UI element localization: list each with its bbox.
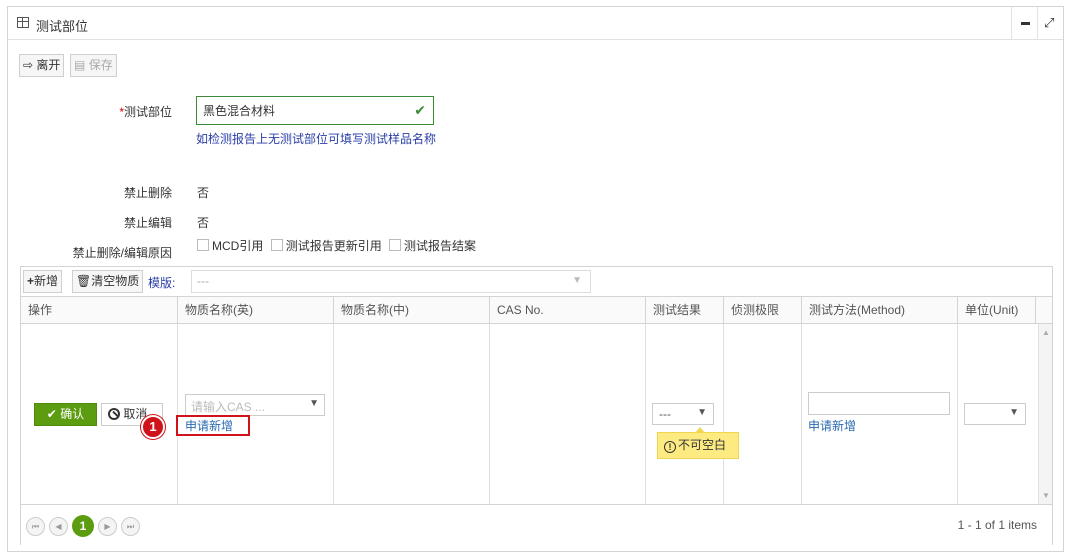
scroll-down-icon[interactable]: ▼ — [1042, 491, 1050, 500]
warning-icon: ! — [664, 441, 676, 453]
panel-title: 测试部位 — [36, 19, 89, 34]
position-hint: 如检测报告上无测试部位可填写测试样品名称 — [196, 132, 437, 146]
column-divider — [177, 324, 178, 504]
highlight-box — [176, 415, 250, 436]
checkbox[interactable] — [270, 239, 283, 251]
chevron-down-icon: ▼ — [697, 407, 707, 418]
minimize-button[interactable] — [1011, 7, 1037, 40]
previous-page-button[interactable]: ◀ — [49, 517, 68, 536]
column-divider — [723, 324, 724, 504]
test-position-panel: 测试部位 ⤢ ⇨ 离开 ▤ 保存 *测试部位 黑色混合材料 ✔ 如检测报告上无测… — [7, 6, 1064, 552]
position-input[interactable]: 黑色混合材料 ✔ — [196, 96, 434, 125]
leave-button[interactable]: ⇨ 离开 — [19, 54, 65, 77]
no-edit-value: 否 — [197, 216, 210, 230]
cas-placeholder: 请输入CAS ... — [191, 400, 266, 414]
checkbox[interactable] — [197, 239, 209, 251]
position-label-text: 测试部位 — [123, 105, 172, 119]
column-header[interactable]: 测试结果 — [645, 297, 723, 324]
method-input[interactable] — [808, 392, 950, 415]
maximize-icon: ⤢ — [1044, 15, 1055, 30]
grid-body: ✔ 确认 取消 请输入CAS ... ▼ 申请新增 1 --- ▼ ! 不可空白 … — [21, 324, 1052, 504]
cas-search-combobox[interactable]: 请输入CAS ... ▼ — [185, 394, 325, 416]
cancel-icon — [108, 408, 120, 420]
reason-checkboxes: MCD引用 测试报告更新引用 测试报告结案 — [197, 237, 480, 254]
plus-icon: + — [27, 274, 35, 288]
template-select-value: --- — [197, 274, 209, 288]
column-header[interactable]: 侦测极限 — [723, 297, 801, 324]
chevron-down-icon: ▼ — [572, 275, 582, 286]
template-label: 模版: — [148, 276, 176, 290]
save-label: 保存 — [88, 58, 113, 72]
next-page-button[interactable]: ▶ — [98, 517, 117, 536]
minimize-icon — [1021, 22, 1030, 25]
column-header[interactable]: CAS No. — [489, 297, 645, 324]
maximize-button[interactable]: ⤢ — [1037, 7, 1063, 40]
chevron-down-icon: ▼ — [1009, 407, 1019, 418]
grid-toolbar: +新增 🗑清空物质 模版: --- ▼ — [21, 267, 1052, 297]
column-divider — [801, 324, 802, 504]
position-input-value: 黑色混合材料 — [203, 104, 276, 118]
reason-label: 禁止删除/编辑原因 — [72, 246, 172, 260]
check-icon: ✔ — [46, 407, 57, 421]
column-divider — [645, 324, 646, 504]
checkbox[interactable] — [389, 239, 402, 251]
template-select[interactable]: --- ▼ — [191, 270, 591, 293]
column-header[interactable]: 测试方法(Method) — [801, 297, 957, 324]
reason-option-mcd[interactable]: MCD引用 — [197, 239, 263, 253]
reason-option-report-closed[interactable]: 测试报告结案 — [389, 239, 476, 253]
column-divider — [957, 324, 958, 504]
panel-header: 测试部位 ⤢ — [8, 7, 1063, 40]
vertical-scrollbar[interactable]: ▲ ▼ — [1038, 324, 1052, 504]
validation-tooltip: ! 不可空白 — [657, 427, 739, 459]
reason-option-label: 测试报告结案 — [404, 239, 477, 253]
confirm-label: 确认 — [60, 407, 85, 421]
table-icon — [17, 17, 29, 28]
pager-info: 1 - 1 of 1 items — [957, 518, 1037, 532]
leave-label: 离开 — [36, 58, 61, 72]
add-label: 新增 — [34, 274, 59, 288]
trash-icon: 🗑 — [76, 274, 92, 288]
validation-message: 不可空白 — [678, 438, 727, 452]
column-header[interactable]: 物质名称(中) — [333, 297, 489, 324]
clear-substances-button[interactable]: 🗑清空物质 — [72, 270, 144, 293]
reason-option-label: 测试报告更新引用 — [285, 239, 382, 253]
clear-label: 清空物质 — [91, 274, 140, 288]
confirm-button[interactable]: ✔ 确认 — [34, 403, 97, 426]
scroll-up-icon[interactable]: ▲ — [1042, 328, 1050, 337]
unit-select[interactable]: ▼ — [964, 403, 1026, 425]
position-label: *测试部位 — [68, 103, 172, 120]
substance-grid: +新增 🗑清空物质 模版: --- ▼ 操作 物质名称(英) 物质名称(中) C… — [20, 266, 1053, 545]
exit-icon: ⇨ — [23, 58, 34, 72]
no-delete-value: 否 — [197, 186, 210, 200]
column-header[interactable]: 物质名称(英) — [177, 297, 333, 324]
no-delete-label: 禁止删除 — [123, 186, 172, 200]
add-button[interactable]: +新增 — [23, 270, 63, 293]
first-page-button[interactable]: ⏮ — [26, 517, 45, 536]
last-page-button[interactable]: ⏭ — [121, 517, 140, 536]
current-page-button[interactable]: 1 — [72, 515, 94, 537]
step-marker: 1 — [141, 415, 165, 439]
reason-option-report-update[interactable]: 测试报告更新引用 — [270, 239, 382, 253]
test-result-select[interactable]: --- ▼ — [652, 403, 714, 425]
no-edit-label: 禁止编辑 — [123, 216, 172, 230]
test-result-value: --- — [659, 407, 671, 421]
grid-pager: ⏮ ◀ 1 ▶ ⏭ 1 - 1 of 1 items — [21, 504, 1052, 545]
chevron-down-icon: ▼ — [309, 398, 319, 409]
valid-check-icon: ✔ — [414, 102, 426, 118]
save-icon: ▤ — [74, 58, 86, 72]
save-button[interactable]: ▤ 保存 — [70, 54, 117, 77]
column-header[interactable]: 单位(Unit) — [957, 297, 1035, 324]
apply-new-method-link[interactable]: 申请新增 — [808, 417, 856, 434]
grid-header: 操作 物质名称(英) 物质名称(中) CAS No. 测试结果 侦测极限 测试方… — [21, 297, 1052, 324]
column-divider — [333, 324, 334, 504]
column-divider — [489, 324, 490, 504]
column-header-spacer — [1035, 297, 1052, 324]
reason-option-label: MCD引用 — [212, 239, 264, 253]
column-header[interactable]: 操作 — [21, 297, 177, 324]
